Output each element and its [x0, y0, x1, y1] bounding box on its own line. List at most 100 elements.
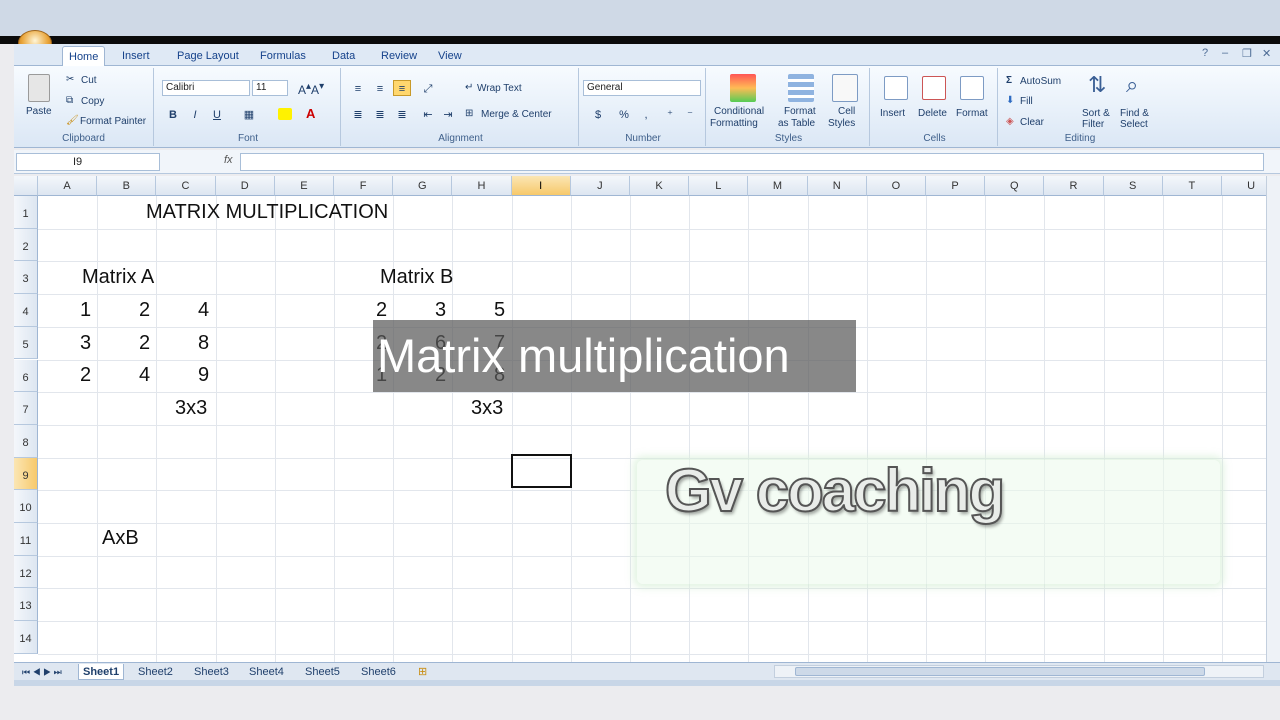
- restore-icon[interactable]: ❐: [1242, 47, 1252, 60]
- currency-icon[interactable]: $: [589, 106, 607, 122]
- select-all-corner[interactable]: [14, 176, 38, 196]
- row-header-11[interactable]: 11: [14, 523, 38, 556]
- borders-icon[interactable]: ▦: [240, 106, 258, 122]
- tab-review[interactable]: Review: [375, 46, 423, 66]
- row-header-1[interactable]: 1: [14, 196, 38, 229]
- bold-button[interactable]: B: [164, 106, 182, 122]
- row-header-7[interactable]: 7: [14, 392, 38, 425]
- fill-color-icon[interactable]: [278, 108, 292, 120]
- align-top-icon[interactable]: ≡: [349, 80, 367, 96]
- increase-indent-icon[interactable]: ⇥: [439, 106, 457, 122]
- column-header-o[interactable]: O: [866, 176, 926, 196]
- format-painter-button[interactable]: Format Painter: [80, 116, 146, 127]
- font-size-select[interactable]: 11: [252, 80, 288, 96]
- horizontal-scrollbar[interactable]: [774, 665, 1264, 678]
- row-header-3[interactable]: 3: [14, 261, 38, 295]
- minimize-icon[interactable]: –: [1222, 47, 1228, 59]
- paste-button[interactable]: Paste: [26, 106, 52, 117]
- find-select-button[interactable]: Find &: [1120, 108, 1149, 119]
- matrix-b-cell[interactable]: 3: [435, 298, 446, 322]
- delete-button[interactable]: Delete: [918, 108, 947, 119]
- font-name-select[interactable]: Calibri: [162, 80, 250, 96]
- matrix-a-label[interactable]: Matrix A: [82, 265, 154, 289]
- column-header-d[interactable]: D: [215, 176, 275, 196]
- product-label-cell[interactable]: AxB: [102, 526, 139, 550]
- name-box[interactable]: I9: [16, 153, 160, 171]
- conditional-formatting-button-line2[interactable]: Formatting: [710, 118, 758, 129]
- matrix-a-cell[interactable]: 4: [198, 298, 209, 322]
- decrease-decimal-icon[interactable]: ⁻: [681, 106, 699, 122]
- column-header-t[interactable]: T: [1162, 176, 1222, 196]
- sheet-tab-sheet1[interactable]: Sheet1: [78, 664, 125, 680]
- close-icon[interactable]: ✕: [1262, 47, 1271, 60]
- tab-view[interactable]: View: [432, 46, 468, 66]
- column-header-k[interactable]: K: [630, 176, 690, 196]
- sheet-tab-sheet2[interactable]: Sheet2: [134, 664, 177, 680]
- dimension-a-cell[interactable]: 3x3: [175, 396, 207, 420]
- matrix-a-cell[interactable]: 3: [80, 331, 91, 355]
- matrix-b-label[interactable]: Matrix B: [380, 265, 453, 289]
- title-cell[interactable]: MATRIX MULTIPLICATION: [146, 200, 388, 224]
- row-header-2[interactable]: 2: [14, 228, 38, 262]
- dimension-b-cell[interactable]: 3x3: [471, 396, 503, 420]
- sheet-nav-arrows-icon[interactable]: ⏮ ◀ ▶ ⏭: [18, 664, 66, 680]
- underline-button[interactable]: U: [208, 106, 226, 122]
- sheet-tab-sheet6[interactable]: Sheet6: [357, 664, 400, 680]
- matrix-b-cell[interactable]: 5: [494, 298, 505, 322]
- column-header-p[interactable]: P: [926, 176, 986, 196]
- column-header-r[interactable]: R: [1044, 176, 1104, 196]
- cut-button[interactable]: Cut: [81, 75, 97, 86]
- insert-button[interactable]: Insert: [880, 108, 905, 119]
- column-header-e[interactable]: E: [274, 176, 334, 196]
- align-bottom-icon[interactable]: ≡: [393, 80, 411, 96]
- number-format-select[interactable]: General: [583, 80, 701, 96]
- row-header-4[interactable]: 4: [14, 294, 38, 327]
- orientation-icon[interactable]: ⤢: [419, 80, 437, 96]
- matrix-a-cell[interactable]: 2: [139, 298, 150, 322]
- sheet-tab-sheet5[interactable]: Sheet5: [301, 664, 344, 680]
- comma-button[interactable]: ,: [637, 106, 655, 122]
- matrix-a-cell[interactable]: 8: [198, 331, 209, 355]
- column-header-l[interactable]: L: [689, 176, 749, 196]
- row-header-10[interactable]: 10: [14, 490, 38, 523]
- row-header-14[interactable]: 14: [14, 621, 38, 654]
- matrix-a-cell[interactable]: 2: [139, 331, 150, 355]
- matrix-b-cell[interactable]: 2: [376, 298, 387, 322]
- row-header-5[interactable]: 5: [14, 326, 38, 360]
- column-header-u[interactable]: U: [1222, 176, 1266, 196]
- increase-decimal-icon[interactable]: ⁺: [661, 106, 679, 122]
- wrap-text-button[interactable]: Wrap Text: [477, 83, 522, 94]
- sheet-tab-sheet4[interactable]: Sheet4: [245, 664, 288, 680]
- align-right-icon[interactable]: ≣: [393, 106, 411, 122]
- format-as-table-button-line2[interactable]: as Table: [778, 118, 815, 129]
- tab-formulas[interactable]: Formulas: [254, 46, 312, 66]
- grow-font-icon[interactable]: A▴A▾: [298, 81, 324, 97]
- active-cell-i9[interactable]: [511, 454, 572, 488]
- insert-function-icon[interactable]: fx: [224, 154, 233, 166]
- column-header-b[interactable]: B: [97, 176, 157, 196]
- formula-input[interactable]: [240, 153, 1264, 171]
- conditional-formatting-button[interactable]: Conditional: [714, 106, 764, 117]
- cell-styles-button[interactable]: Cell: [838, 106, 855, 117]
- row-header-8[interactable]: 8: [14, 424, 38, 458]
- column-header-i[interactable]: I: [511, 176, 571, 196]
- tab-data[interactable]: Data: [326, 46, 361, 66]
- row-header-6[interactable]: 6: [14, 359, 38, 393]
- sort-filter-button[interactable]: Sort &: [1082, 108, 1110, 119]
- help-icon[interactable]: ?: [1202, 47, 1208, 59]
- tab-insert[interactable]: Insert: [116, 46, 156, 66]
- column-header-g[interactable]: G: [393, 176, 453, 196]
- tab-page-layout[interactable]: Page Layout: [171, 46, 245, 66]
- sort-filter-button-line2[interactable]: Filter: [1082, 119, 1104, 130]
- clear-button[interactable]: Clear: [1020, 117, 1044, 128]
- align-middle-icon[interactable]: ≡: [371, 80, 389, 96]
- align-left-icon[interactable]: ≣: [349, 106, 367, 122]
- font-color-icon[interactable]: A: [306, 106, 315, 121]
- matrix-a-cell[interactable]: 2: [80, 363, 91, 387]
- cell-styles-button-line2[interactable]: Styles: [828, 118, 855, 129]
- decrease-indent-icon[interactable]: ⇤: [419, 106, 437, 122]
- find-select-button-line2[interactable]: Select: [1120, 119, 1148, 130]
- column-header-h[interactable]: H: [452, 176, 512, 196]
- vertical-scrollbar[interactable]: [1266, 176, 1280, 662]
- tab-home[interactable]: Home: [62, 46, 106, 66]
